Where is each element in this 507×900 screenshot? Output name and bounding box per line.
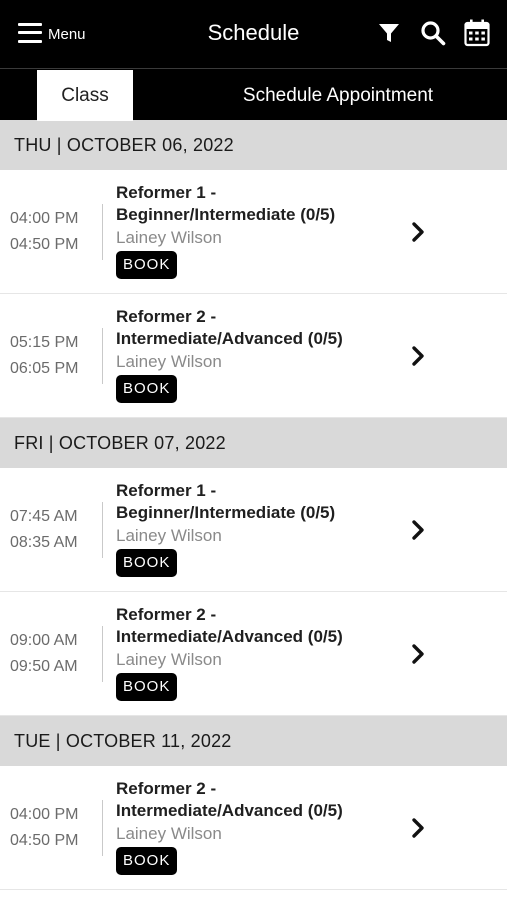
class-name-line2: Intermediate/Advanced (0/5)	[116, 801, 343, 820]
class-name-line1: Reformer 1 -	[116, 183, 217, 202]
end-time: 08:35 AM	[10, 533, 78, 551]
instructor-name: Lainey Wilson	[116, 824, 222, 843]
class-name-line2: Beginner/Intermediate (0/5)	[116, 205, 336, 224]
book-button[interactable]: BOOK	[116, 375, 178, 403]
chevron-right-icon[interactable]	[408, 816, 428, 840]
class-info: Reformer 2 - Intermediate/Advanced (0/5) L…	[116, 306, 397, 403]
start-time: 07:45 AM	[10, 507, 78, 525]
instructor-name: Lainey Wilson	[116, 228, 222, 247]
time-divider	[102, 328, 103, 384]
class-times: 05:15 PM 06:05 PM	[10, 294, 102, 417]
class-name-line2: Beginner/Intermediate (0/5)	[116, 503, 336, 522]
menu-button[interactable]: Menu	[18, 22, 86, 43]
start-time: 05:15 PM	[10, 333, 79, 351]
chevron-right-icon[interactable]	[408, 220, 428, 244]
date-header: FRI | OCTOBER 07, 2022	[0, 418, 507, 468]
time-divider	[102, 204, 103, 260]
class-name-line1: Reformer 2 -	[116, 779, 217, 798]
class-row[interactable]: 04:00 PM 04:50 PM Reformer 1 - Beginner/Int…	[0, 170, 507, 294]
header-actions	[375, 19, 491, 47]
time-divider	[102, 800, 103, 856]
class-name-line2: Intermediate/Advanced (0/5)	[116, 627, 343, 646]
class-info: Reformer 1 - Beginner/Intermediate (0/5) L…	[116, 480, 397, 577]
end-time: 06:05 PM	[10, 359, 79, 377]
class-info: Reformer 2 - Intermediate/Advanced (0/5) L…	[116, 604, 397, 701]
start-time: 04:00 PM	[10, 805, 79, 823]
chevron-right-icon[interactable]	[408, 518, 428, 542]
class-name-line1: Reformer 1 -	[116, 481, 217, 500]
start-time: 09:00 AM	[10, 631, 78, 649]
time-divider	[102, 626, 103, 682]
class-times: 07:45 AM 08:35 AM	[10, 468, 102, 591]
end-time: 04:50 PM	[10, 831, 79, 849]
app-header: Menu Schedule	[0, 0, 507, 68]
menu-label: Menu	[48, 26, 86, 43]
instructor-name: Lainey Wilson	[116, 650, 222, 669]
class-times: 04:00 PM 04:50 PM	[10, 170, 102, 293]
class-info: Reformer 2 - Intermediate/Advanced (0/5) L…	[116, 778, 397, 875]
book-button[interactable]: BOOK	[116, 251, 178, 279]
class-row[interactable]: 07:45 AM 08:35 AM Reformer 1 - Beginner/Int…	[0, 468, 507, 592]
chevron-right-icon[interactable]	[408, 642, 428, 666]
calendar-icon[interactable]	[463, 19, 491, 47]
search-icon[interactable]	[419, 19, 447, 47]
time-divider	[102, 502, 103, 558]
class-times: 09:00 AM 09:50 AM	[10, 592, 102, 715]
book-button[interactable]: BOOK	[116, 673, 178, 701]
instructor-name: Lainey Wilson	[116, 352, 222, 371]
date-header: THU | OCTOBER 06, 2022	[0, 120, 507, 170]
class-info: Reformer 1 - Beginner/Intermediate (0/5) L…	[116, 182, 397, 279]
tab-schedule-appointment[interactable]: Schedule Appointment	[185, 70, 491, 121]
hamburger-icon	[18, 22, 42, 43]
end-time: 09:50 AM	[10, 657, 78, 675]
class-row[interactable]: 09:00 AM 09:50 AM Reformer 2 - Intermediate…	[0, 592, 507, 716]
end-time: 04:50 PM	[10, 235, 79, 253]
filter-icon[interactable]	[375, 19, 403, 47]
class-name-line2: Intermediate/Advanced (0/5)	[116, 329, 343, 348]
class-row[interactable]: 04:00 PM 04:50 PM Reformer 2 - Intermediate…	[0, 766, 507, 890]
date-header: TUE | OCTOBER 11, 2022	[0, 716, 507, 766]
chevron-right-icon[interactable]	[408, 344, 428, 368]
instructor-name: Lainey Wilson	[116, 526, 222, 545]
book-button[interactable]: BOOK	[116, 847, 178, 875]
class-times: 04:00 PM 04:50 PM	[10, 766, 102, 889]
book-button[interactable]: BOOK	[116, 549, 178, 577]
class-name-line1: Reformer 2 -	[116, 307, 217, 326]
schedule-list: THU | OCTOBER 06, 2022 04:00 PM 04:50 PM Re…	[0, 120, 507, 890]
tab-bar: Class Schedule Appointment	[0, 68, 507, 121]
start-time: 04:00 PM	[10, 209, 79, 227]
class-row[interactable]: 05:15 PM 06:05 PM Reformer 2 - Intermediate…	[0, 294, 507, 418]
tab-class[interactable]: Class	[37, 70, 133, 121]
class-name-line1: Reformer 2 -	[116, 605, 217, 624]
